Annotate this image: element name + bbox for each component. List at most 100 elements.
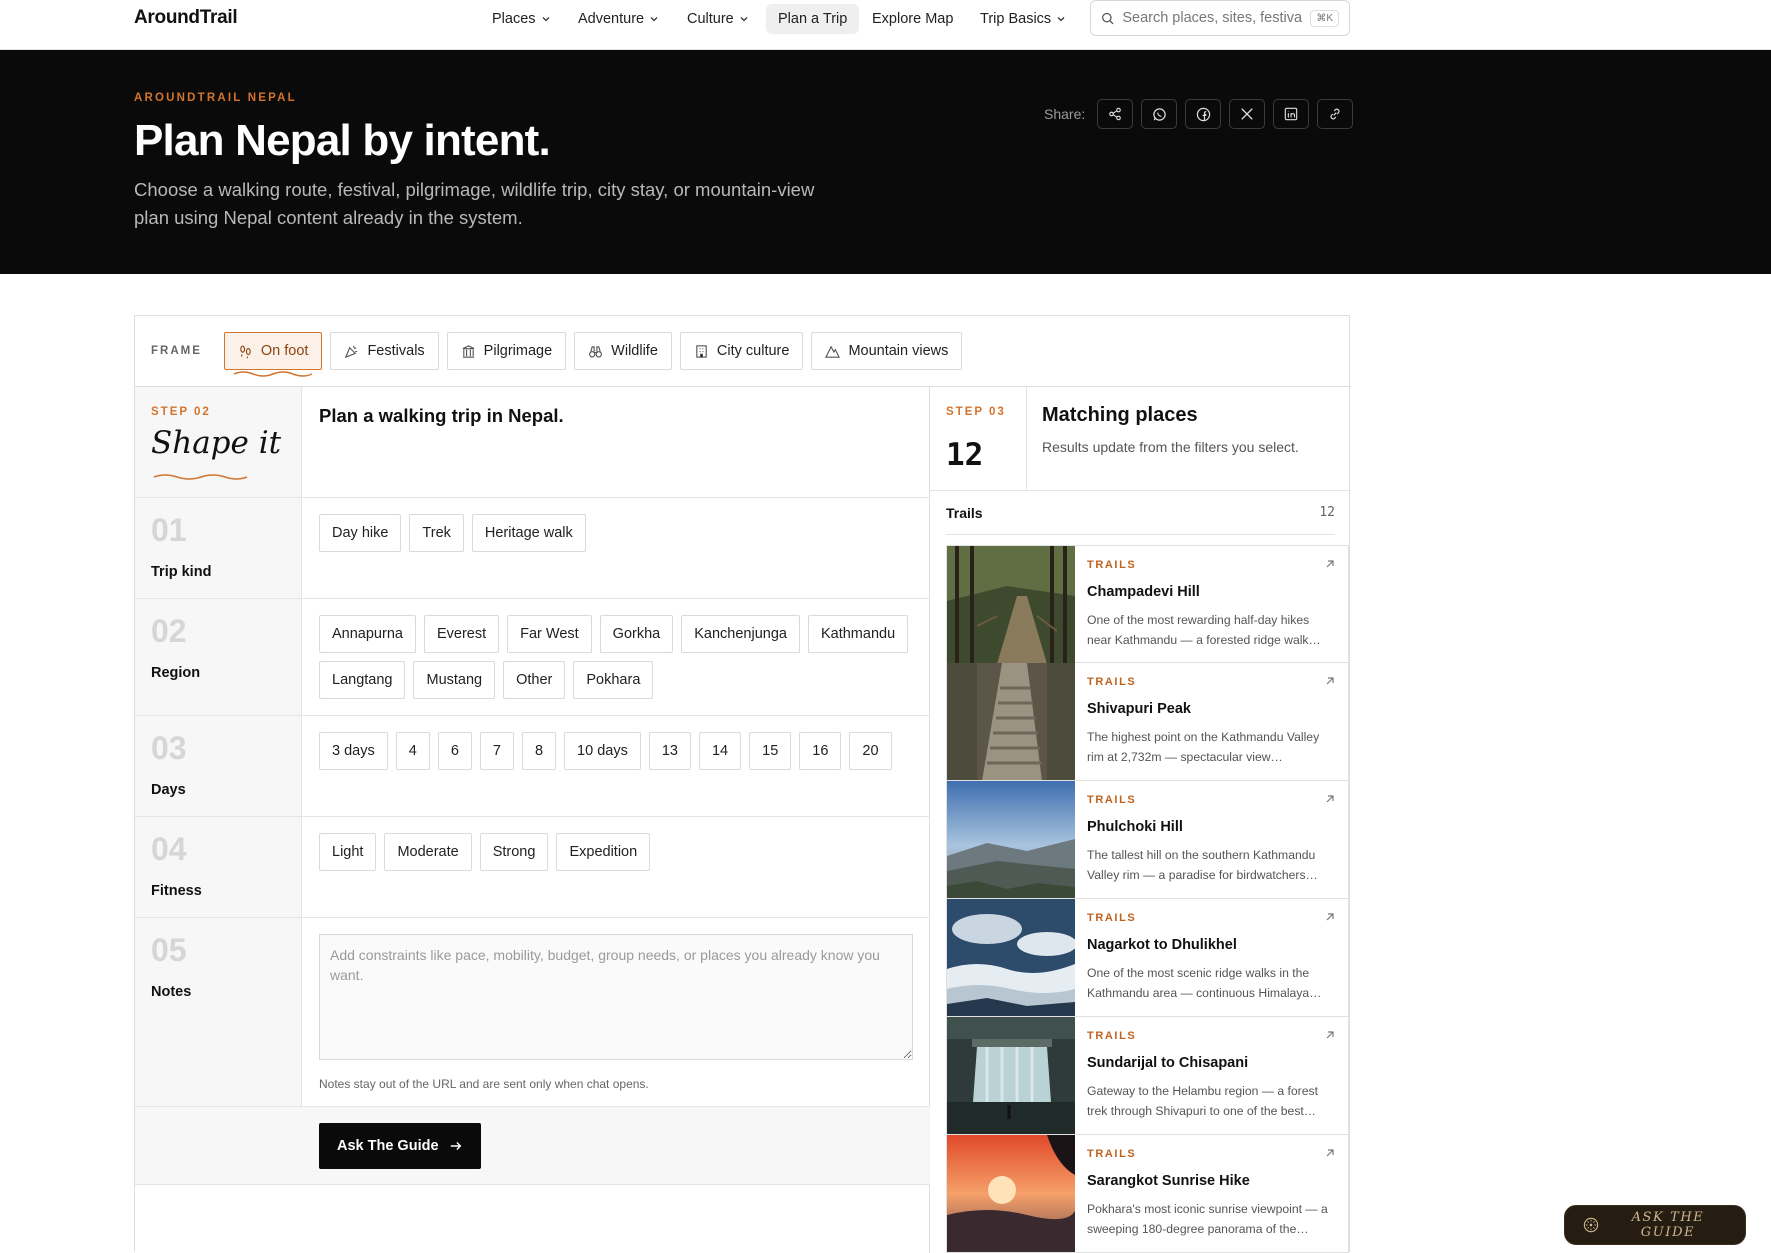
external-link-icon[interactable] bbox=[1324, 911, 1336, 923]
section-title: Notes bbox=[151, 984, 192, 1000]
ask-the-guide-label: Ask The Guide bbox=[337, 1138, 439, 1154]
option-days[interactable]: 8 bbox=[521, 732, 557, 770]
ask-the-guide-button[interactable]: Ask The Guide bbox=[319, 1123, 481, 1169]
result-card[interactable]: TRAILS Shivapuri Peak The highest point … bbox=[946, 663, 1349, 781]
nav-culture[interactable]: Culture bbox=[675, 4, 761, 34]
search-box[interactable]: ⌘K bbox=[1090, 0, 1350, 36]
building-icon bbox=[696, 344, 707, 358]
arrow-right-icon bbox=[450, 1142, 461, 1150]
nav-trip-basics[interactable]: Trip Basics bbox=[968, 4, 1078, 34]
frame-pilgrimage[interactable]: Pilgrimage bbox=[446, 332, 567, 370]
result-card[interactable]: TRAILS Sarangkot Sunrise Hike Pokhara's … bbox=[946, 1135, 1349, 1253]
section-title: Days bbox=[151, 782, 186, 798]
external-link-icon[interactable] bbox=[1324, 675, 1336, 687]
option-days[interactable]: 13 bbox=[648, 732, 691, 770]
share-x-button[interactable] bbox=[1229, 99, 1266, 129]
option-pokhara[interactable]: Pokhara bbox=[573, 661, 654, 699]
external-link-icon[interactable] bbox=[1324, 793, 1336, 805]
frame-city-culture[interactable]: City culture bbox=[679, 332, 804, 370]
binoculars-icon bbox=[589, 345, 603, 357]
option-day-hike[interactable]: Day hike bbox=[319, 514, 402, 552]
notes-help-text: Notes stay out of the URL and are sent o… bbox=[319, 1077, 649, 1091]
card-title: Nagarkot to Dhulikhel bbox=[1087, 937, 1237, 953]
search-shortcut-hint: ⌘K bbox=[1310, 9, 1339, 27]
option-days[interactable]: 15 bbox=[749, 732, 792, 770]
frame-festivals[interactable]: Festivals bbox=[330, 332, 439, 370]
card-title: Shivapuri Peak bbox=[1087, 701, 1191, 717]
share-icon bbox=[1109, 107, 1122, 121]
card-thumbnail bbox=[947, 663, 1075, 780]
external-link-icon[interactable] bbox=[1324, 1029, 1336, 1041]
nav-places-label: Places bbox=[492, 11, 536, 27]
shape-panel: STEP 02 Shape it Plan a walking trip in … bbox=[135, 386, 930, 1253]
site-logo[interactable]: AroundTrail bbox=[134, 7, 238, 29]
option-strong[interactable]: Strong bbox=[479, 833, 549, 871]
option-days[interactable]: 20 bbox=[849, 732, 892, 770]
option-expedition[interactable]: Expedition bbox=[556, 833, 651, 871]
option-moderate[interactable]: Moderate bbox=[384, 833, 472, 871]
option-everest[interactable]: Everest bbox=[423, 615, 500, 653]
trails-group-label: Trails bbox=[946, 505, 983, 521]
share-button[interactable] bbox=[1097, 99, 1134, 129]
option-days[interactable]: 3 days bbox=[319, 732, 388, 770]
option-mustang[interactable]: Mustang bbox=[413, 661, 496, 699]
share-whatsapp-button[interactable] bbox=[1141, 99, 1178, 129]
option-trek[interactable]: Trek bbox=[409, 514, 464, 552]
option-days[interactable]: 4 bbox=[395, 732, 430, 770]
section-title: Trip kind bbox=[151, 564, 212, 580]
option-heritage-walk[interactable]: Heritage walk bbox=[471, 514, 586, 552]
result-card[interactable]: TRAILS Champadevi Hill One of the most r… bbox=[946, 545, 1349, 663]
shape-header-side: STEP 02 Shape it bbox=[135, 387, 302, 497]
section-fitness: 04 Fitness Light Moderate Strong Expedit… bbox=[135, 817, 930, 918]
option-light[interactable]: Light bbox=[319, 833, 377, 871]
result-card[interactable]: TRAILS Sundarijal to Chisapani Gateway t… bbox=[946, 1017, 1349, 1135]
option-langtang[interactable]: Langtang bbox=[319, 661, 406, 699]
option-kathmandu[interactable]: Kathmandu bbox=[807, 615, 909, 653]
frame-city-culture-label: City culture bbox=[716, 343, 790, 359]
section-notes-side: 05 Notes bbox=[135, 918, 302, 1106]
card-title: Phulchoki Hill bbox=[1087, 819, 1183, 835]
floating-ask-guide-button[interactable]: ASK THE GUIDE bbox=[1564, 1205, 1746, 1245]
results-panel: STEP 03 12 Matching places Results updat… bbox=[930, 386, 1351, 1253]
option-days[interactable]: 7 bbox=[479, 732, 514, 770]
frame-mountain-views[interactable]: Mountain views bbox=[811, 332, 963, 370]
frame-wildlife[interactable]: Wildlife bbox=[574, 332, 672, 370]
card-thumbnail bbox=[947, 1135, 1075, 1252]
card-tag: TRAILS bbox=[1087, 794, 1137, 806]
linkedin-icon bbox=[1284, 107, 1298, 121]
share-facebook-button[interactable] bbox=[1185, 99, 1222, 129]
share-label: Share: bbox=[1044, 106, 1086, 122]
result-card[interactable]: TRAILS Nagarkot to Dhulikhel One of the … bbox=[946, 899, 1349, 1017]
section-title: Fitness bbox=[151, 883, 202, 899]
nav-adventure[interactable]: Adventure bbox=[566, 4, 671, 34]
share-linkedin-button[interactable] bbox=[1273, 99, 1310, 129]
nav-explore-map[interactable]: Explore Map bbox=[860, 4, 965, 34]
result-card[interactable]: TRAILS Phulchoki Hill The tallest hill o… bbox=[946, 781, 1349, 899]
external-link-icon[interactable] bbox=[1324, 1147, 1336, 1159]
section-number: 03 bbox=[151, 730, 187, 766]
option-gorkha[interactable]: Gorkha bbox=[599, 615, 674, 653]
nav-plan-a-trip[interactable]: Plan a Trip bbox=[766, 4, 860, 34]
option-far-west[interactable]: Far West bbox=[507, 615, 592, 653]
notes-textarea[interactable] bbox=[319, 934, 913, 1060]
chevron-down-icon bbox=[650, 17, 658, 22]
option-annapurna[interactable]: Annapurna bbox=[319, 615, 416, 653]
frame-on-foot[interactable]: On foot bbox=[223, 332, 323, 377]
option-days[interactable]: 14 bbox=[698, 732, 742, 770]
option-days[interactable]: 16 bbox=[799, 732, 842, 770]
option-days[interactable]: 10 days bbox=[564, 732, 641, 770]
section-trip-kind: 01 Trip kind Day hike Trek Heritage walk bbox=[135, 498, 930, 599]
option-days[interactable]: 6 bbox=[437, 732, 472, 770]
nav-places[interactable]: Places bbox=[480, 4, 563, 34]
nav-culture-label: Culture bbox=[687, 11, 734, 27]
floating-ask-guide-label: ASK THE GUIDE bbox=[1631, 1210, 1705, 1240]
copy-link-button[interactable] bbox=[1317, 99, 1354, 129]
search-input[interactable] bbox=[1122, 10, 1303, 26]
option-kanchenjunga[interactable]: Kanchenjunga bbox=[681, 615, 800, 653]
chevron-down-icon bbox=[542, 17, 549, 22]
option-other[interactable]: Other bbox=[503, 661, 566, 699]
external-link-icon[interactable] bbox=[1324, 558, 1336, 570]
whatsapp-icon bbox=[1153, 107, 1166, 121]
page-title: Plan Nepal by intent. bbox=[134, 116, 551, 165]
card-title: Champadevi Hill bbox=[1087, 584, 1200, 600]
